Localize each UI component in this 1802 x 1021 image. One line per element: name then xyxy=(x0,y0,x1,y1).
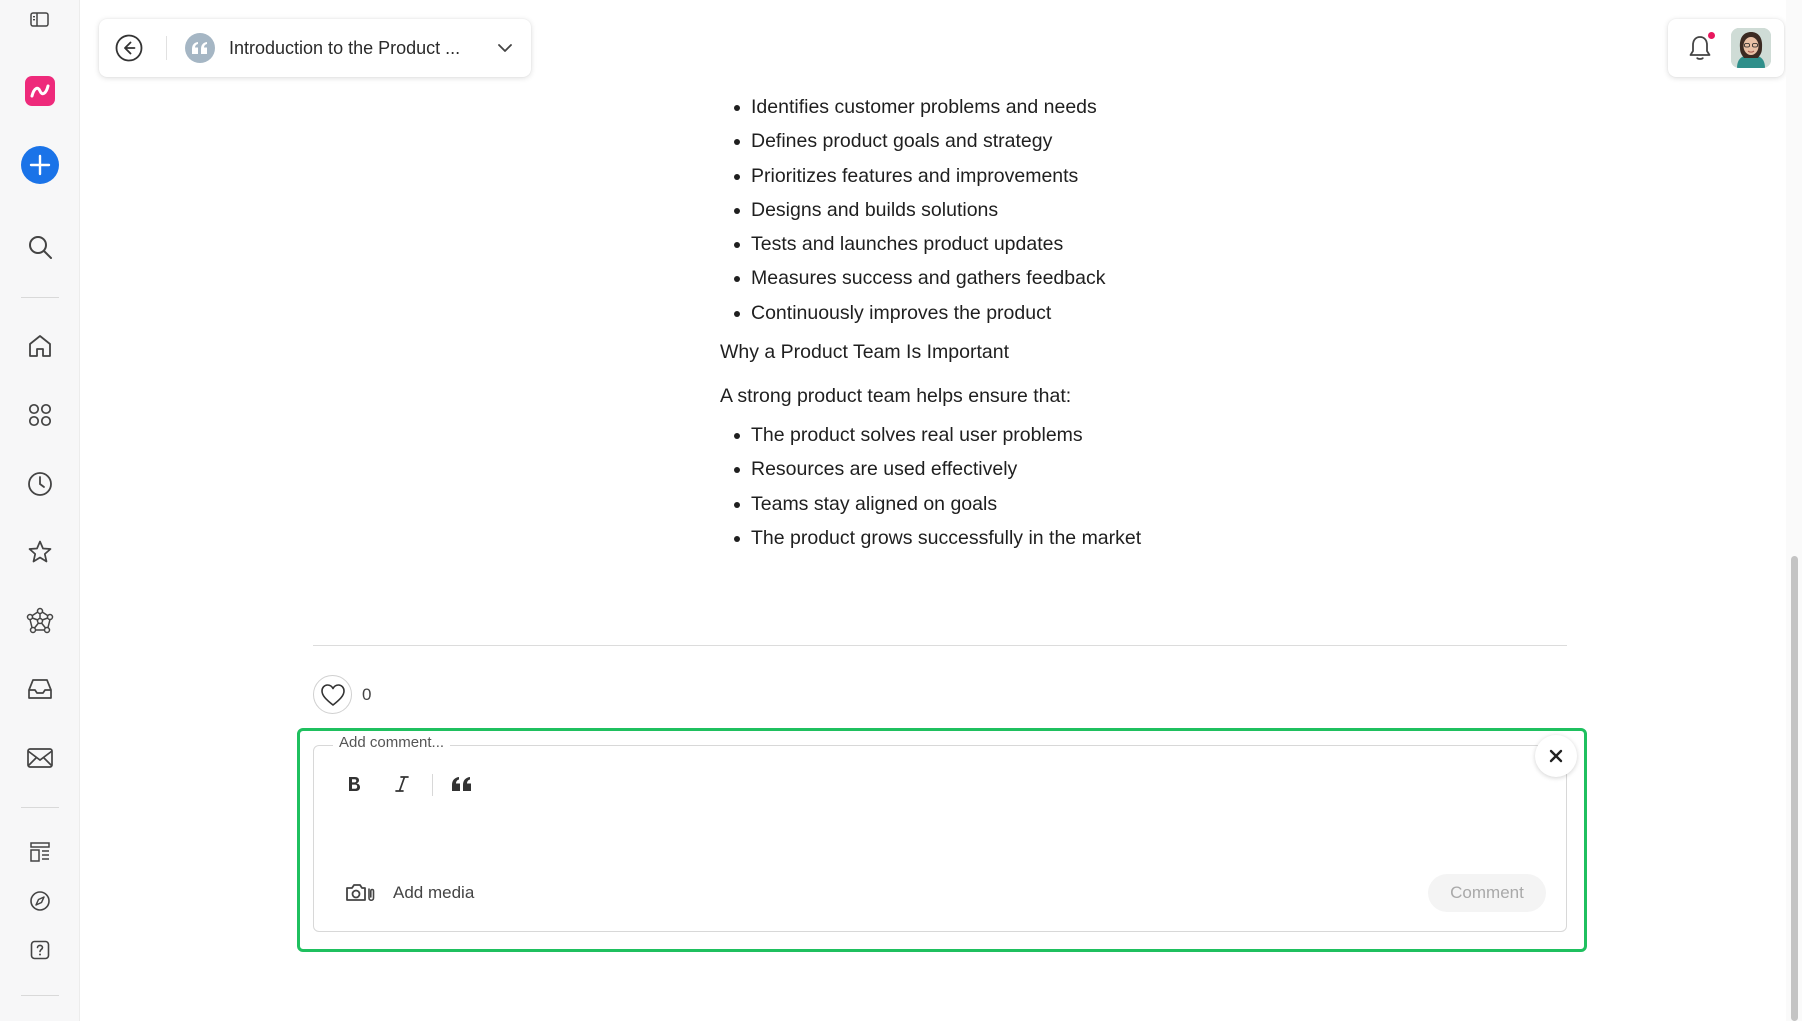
add-media-button[interactable]: Add media xyxy=(345,878,474,908)
list-item: The product grows successfully in the ma… xyxy=(720,521,1360,555)
content-divider xyxy=(313,645,1567,646)
sidebar-toggle-button[interactable] xyxy=(20,0,60,40)
plus-icon xyxy=(21,146,59,184)
add-media-label: Add media xyxy=(393,883,475,902)
sidebar-item-templates[interactable] xyxy=(20,832,60,872)
sidebar-item-apps[interactable] xyxy=(20,395,60,435)
list-item: Measures success and gathers feedback xyxy=(720,261,1360,295)
toolbar-divider xyxy=(432,774,433,796)
top-right-actions xyxy=(1668,19,1784,77)
header-divider xyxy=(166,36,167,60)
close-comment-button[interactable] xyxy=(1535,735,1577,777)
sidebar-item-explore[interactable] xyxy=(20,881,60,921)
document-menu-button[interactable] xyxy=(493,36,517,60)
search-button[interactable] xyxy=(20,227,60,267)
bold-button[interactable] xyxy=(339,769,369,799)
document-header: Introduction to the Product ... xyxy=(99,19,531,77)
like-count: 0 xyxy=(362,685,372,704)
sidebar xyxy=(0,0,80,1021)
star-icon xyxy=(28,540,52,563)
sidebar-item-help[interactable] xyxy=(20,930,60,970)
quote-button[interactable] xyxy=(447,769,477,799)
list-item: Designs and builds solutions xyxy=(720,193,1360,227)
apps-icon xyxy=(28,403,52,427)
sidebar-divider xyxy=(21,995,59,996)
list-item: Tests and launches product updates xyxy=(720,227,1360,261)
list-item: Defines product goals and strategy xyxy=(720,124,1360,158)
sidebar-item-mail[interactable] xyxy=(20,738,60,778)
italic-button[interactable] xyxy=(387,769,417,799)
close-icon xyxy=(1549,749,1563,763)
chevron-down-icon xyxy=(498,44,512,52)
home-icon xyxy=(29,335,51,357)
network-icon xyxy=(26,607,54,634)
list-item: Continuously improves the product xyxy=(720,296,1360,330)
mail-icon xyxy=(27,748,53,768)
heart-icon xyxy=(320,683,345,706)
back-button[interactable] xyxy=(113,32,145,64)
comment-submit-button[interactable]: Comment xyxy=(1428,874,1546,912)
quote-icon xyxy=(452,777,471,791)
templates-icon xyxy=(30,842,50,862)
scrollbar-thumb[interactable] xyxy=(1791,556,1798,1021)
like-button[interactable] xyxy=(313,675,352,714)
list-item: Resources are used effectively xyxy=(720,452,1360,486)
sidebar-item-home[interactable] xyxy=(20,326,60,366)
create-new-button[interactable] xyxy=(20,145,60,185)
avatar-portrait-icon xyxy=(1731,28,1771,68)
italic-icon xyxy=(395,776,409,792)
sidebar-item-recent[interactable] xyxy=(20,464,60,504)
sidebar-toggle-icon xyxy=(30,12,49,27)
document-title[interactable]: Introduction to the Product ... xyxy=(229,38,493,59)
compass-icon xyxy=(30,891,50,911)
sidebar-item-favorites[interactable] xyxy=(20,532,60,572)
list-item: The product solves real user problems xyxy=(720,418,1360,452)
clock-icon xyxy=(28,472,52,496)
bold-icon xyxy=(349,777,360,791)
sidebar-divider xyxy=(21,807,59,808)
sidebar-item-graph[interactable] xyxy=(20,601,60,641)
brand-logo[interactable] xyxy=(20,71,60,111)
notification-dot xyxy=(1708,32,1715,39)
inbox-icon xyxy=(28,679,52,699)
sidebar-divider xyxy=(21,297,59,298)
brand-logo-icon xyxy=(25,76,55,106)
search-icon xyxy=(29,236,52,259)
quote-icon xyxy=(185,33,215,63)
section-heading: Why a Product Team Is Important xyxy=(720,341,1010,364)
bullet-list: Identifies customer problems and needs D… xyxy=(720,90,1360,330)
user-avatar[interactable] xyxy=(1731,28,1771,68)
list-item: Prioritizes features and improvements xyxy=(720,159,1360,193)
comment-input[interactable] xyxy=(335,815,1535,855)
paragraph: A strong product team helps ensure that: xyxy=(720,385,1072,408)
list-item: Teams stay aligned on goals xyxy=(720,487,1360,521)
arrow-left-circle-icon xyxy=(115,34,143,62)
document-body: Identifies customer problems and needs D… xyxy=(720,90,1360,555)
camera-attachment-icon xyxy=(346,884,375,902)
bullet-list: The product solves real user problems Re… xyxy=(720,418,1360,555)
comment-label: Add comment... xyxy=(333,734,451,751)
list-item: Identifies customer problems and needs xyxy=(720,90,1360,124)
help-icon xyxy=(30,940,50,960)
sidebar-item-inbox[interactable] xyxy=(20,669,60,709)
